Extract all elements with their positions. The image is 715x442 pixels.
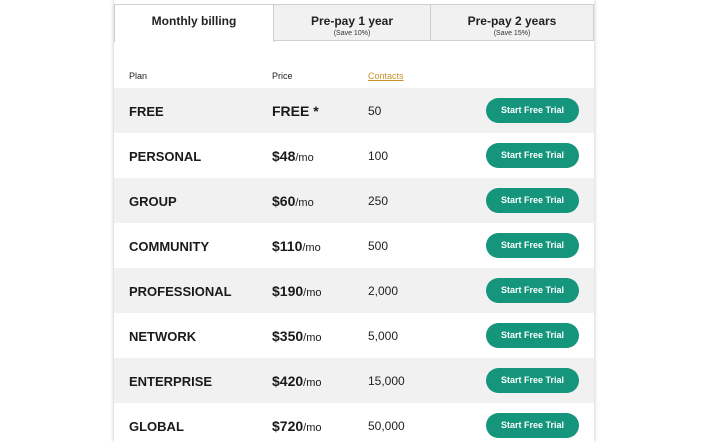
plan-price: $48/mo [272,148,314,164]
price-amount: $720 [272,418,304,434]
plan-name: PERSONAL [129,149,202,164]
tab-prepay-2-years[interactable]: Pre-pay 2 years (Save 15%) [430,4,594,41]
plan-name: NETWORK [129,329,197,344]
start-free-trial-button[interactable]: Start Free Trial [486,233,579,258]
start-free-trial-button[interactable]: Start Free Trial [486,143,579,168]
plan-price: $420/mo [272,373,322,389]
plan-row-enterprise: ENTERPRISE $420/mo 15,000 Start Free Tri… [114,358,594,403]
plan-name: ENTERPRISE [129,374,213,389]
price-amount: $350 [272,328,304,344]
price-amount: FREE * [272,103,319,119]
price-period: /mo [295,152,314,164]
price-amount: $60 [272,193,296,209]
start-free-trial-button[interactable]: Start Free Trial [486,98,579,123]
contacts-count: 5,000 [368,329,399,343]
price-period: /mo [303,377,322,389]
price-amount: $420 [272,373,304,389]
plan-name: GROUP [129,194,177,209]
plan-price: $190/mo [272,283,322,299]
contacts-count: 2,000 [368,284,399,298]
price-period: /mo [303,332,322,344]
billing-tabs: Monthly billing Pre-pay 1 year (Save 10%… [114,4,594,42]
plan-name: GLOBAL [129,419,184,434]
plan-row-global: GLOBAL $720/mo 50,000 Start Free Trial [114,403,594,442]
plan-row-professional: PROFESSIONAL $190/mo 2,000 Start Free Tr… [114,268,594,313]
plan-row-free: FREE FREE * 50 Start Free Trial [114,88,594,133]
plan-row-group: GROUP $60/mo 250 Start Free Trial [114,178,594,223]
start-free-trial-button[interactable]: Start Free Trial [486,368,579,393]
contacts-count: 15,000 [368,374,405,388]
contacts-count: 250 [368,194,389,208]
price-amount: $48 [272,148,296,164]
column-header-price: Price [272,71,293,81]
tab-prepay-1-year[interactable]: Pre-pay 1 year (Save 10%) [273,4,431,41]
start-free-trial-button[interactable]: Start Free Trial [486,278,579,303]
plan-row-community: COMMUNITY $110/mo 500 Start Free Trial [114,223,594,268]
contacts-count: 500 [368,239,389,253]
plan-name: COMMUNITY [129,239,210,254]
pricing-card: Monthly billing Pre-pay 1 year (Save 10%… [114,0,594,442]
plan-name: FREE [129,104,164,119]
start-free-trial-button[interactable]: Start Free Trial [486,323,579,348]
plan-price: FREE * [272,103,319,119]
column-header-plan: Plan [129,71,148,81]
price-period: /mo [303,287,322,299]
plan-table: FREE FREE * 50 Start Free Trial PERSONAL… [114,88,594,442]
plan-price: $60/mo [272,193,314,209]
price-period: /mo [302,242,321,254]
price-amount: $110 [272,238,303,254]
tab-label: Monthly billing [151,14,237,28]
tab-label: Pre-pay 2 years [467,14,557,28]
plan-name: PROFESSIONAL [129,284,232,299]
contacts-count: 50,000 [368,419,405,433]
plan-price: $110/mo [272,238,321,254]
start-free-trial-button[interactable]: Start Free Trial [486,188,579,213]
plan-price: $350/mo [272,328,322,344]
plan-row-personal: PERSONAL $48/mo 100 Start Free Trial [114,133,594,178]
tab-savings-note: (Save 15%) [493,30,531,37]
contacts-count: 50 [368,104,382,118]
tab-savings-note: (Save 10%) [333,30,371,37]
price-period: /mo [303,422,322,434]
start-free-trial-button[interactable]: Start Free Trial [486,413,579,438]
plan-row-network: NETWORK $350/mo 5,000 Start Free Trial [114,313,594,358]
column-header-contacts-link[interactable]: Contacts [368,71,404,81]
price-amount: $190 [272,283,304,299]
price-period: /mo [295,197,314,209]
tab-label: Pre-pay 1 year [310,14,394,28]
contacts-count: 100 [368,149,389,163]
plan-price: $720/mo [272,418,322,434]
tab-monthly-billing[interactable]: Monthly billing [114,4,274,42]
